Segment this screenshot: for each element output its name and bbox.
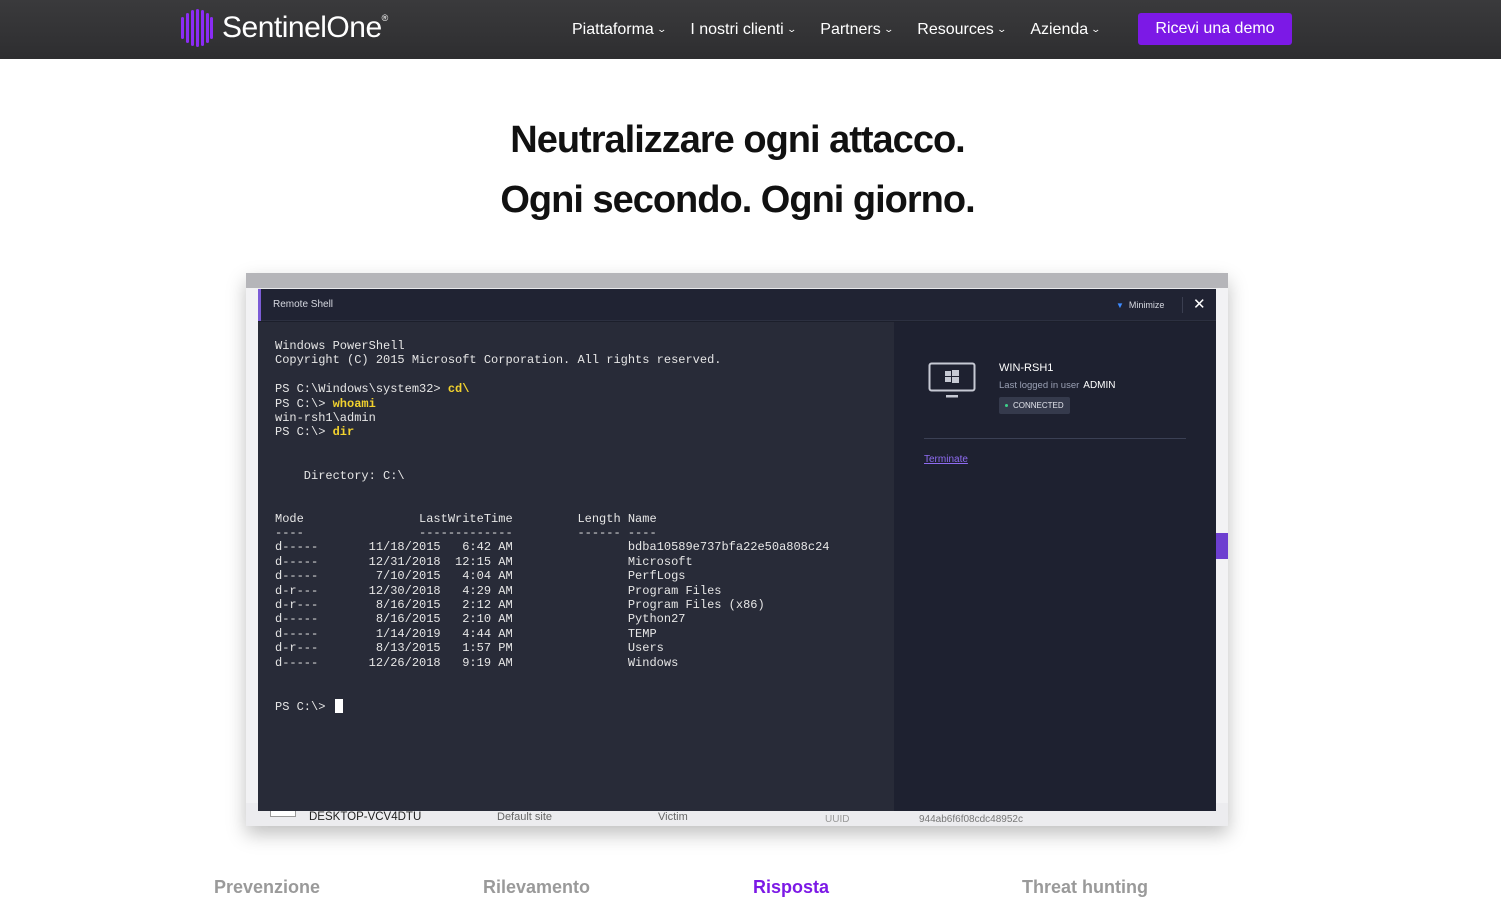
chevron-down-icon: ⌄ [786,24,797,34]
terminal-line: PS C:\> dir [275,425,355,440]
screenshot-topbar [246,273,1228,288]
terminal-line: ---- ------------- ------ ---- [275,526,657,541]
terminal-line: d----- 11/18/2015 6:42 AM bdba10589e737b… [275,540,830,555]
terminal-output: Windows PowerShell Copyright (C) 2015 Mic… [275,339,878,794]
terminal-line: d----- 1/14/2019 4:44 AM TEMP [275,626,657,641]
terminal-command: whoami [332,396,376,411]
tab-prevenzione[interactable]: Prevenzione [214,877,320,898]
bg-left-column [246,288,258,826]
terminal-line: PS C:\> [275,698,878,714]
host-info-panel: WIN-RSH1 Last logged in user ADMIN CONNEC… [894,322,1216,811]
windows-monitor-icon [928,362,976,398]
menu-item-resources[interactable]: Resources ⌄ [917,21,1007,39]
bg-device-name: DESKTOP-VCV4DTU [309,811,422,823]
bg-uuid-value: 944ab6f6f08cdc48952c [919,814,1023,825]
main-menu: Piattaforma ⌄ I nostri clienti ⌄ Partners ⌄… [572,0,1125,59]
caret-down-icon: ▼ [1116,300,1124,310]
remote-shell-modal: Remote Shell ▼ Minimize ✕ Windows PowerS… [258,289,1216,811]
hero-line-2: Ogni secondo. Ogni giorno. [500,179,975,221]
tab-rilevamento[interactable]: Rilevamento [483,877,590,898]
terminal-command: dir [332,425,355,440]
close-icon[interactable]: ✕ [1193,295,1206,313]
hero-heading: Neutralizzare ogni attacco. Ogni secondo… [0,110,1475,230]
connection-status-badge: CONNECTED [999,397,1070,414]
menu-item-piattaforma[interactable]: Piattaforma ⌄ [572,21,667,39]
hero-line-1: Neutralizzare ogni attacco. [510,119,965,161]
chevron-down-icon: ⌄ [1090,24,1102,34]
menu-item-partners[interactable]: Partners ⌄ [820,21,894,39]
terminal-line: d----- 12/26/2018 9:19 AM Windows [275,655,679,670]
terminal-line: d----- 7/10/2015 4:04 AM PerfLogs [275,569,686,584]
terminal-line: d-r--- 8/16/2015 2:12 AM Program Files (… [275,598,765,613]
bg-device-group: Victim [658,811,688,823]
modal-title: Remote Shell [273,299,334,310]
tab-threat-hunting[interactable]: Threat hunting [1022,877,1148,898]
chevron-down-icon: ⌄ [656,24,667,34]
terminate-link[interactable]: Terminate [924,454,968,465]
modal-header: Remote Shell ▼ Minimize ✕ [258,289,1216,321]
terminal-line: d-r--- 8/13/2015 1:57 PM Users [275,641,664,656]
terminal-line: Windows PowerShell [275,339,405,353]
chevron-down-icon: ⌄ [883,24,894,34]
logo-mark-icon [181,9,213,47]
terminal-pane[interactable]: Windows PowerShell Copyright (C) 2015 Mic… [258,322,894,811]
menu-item-azienda[interactable]: Azienda ⌄ [1030,21,1102,39]
tab-risposta[interactable]: Risposta [753,877,829,898]
bg-device-site: Default site [497,811,553,823]
top-nav: SentinelOne® Piattaforma ⌄ I nostri clien… [0,0,1501,59]
product-screenshot: DESKTOP-VCV4DTU Default site Victim UUID… [246,273,1228,826]
terminal-line: d-r--- 12/30/2018 4:29 AM Program Files [275,583,722,598]
terminal-line: d----- 12/31/2018 12:15 AM Microsoft [275,554,693,569]
menu-item-clienti[interactable]: I nostri clienti ⌄ [690,21,797,39]
host-name: WIN-RSH1 [999,362,1054,374]
terminal-line: Mode LastWriteTime Length Name [275,511,657,526]
terminal-line: d----- 8/16/2015 2:10 AM Python27 [275,612,686,627]
bg-purple-tab [1216,533,1228,559]
terminal-cursor [334,698,343,713]
terminal-command: cd\ [447,382,470,397]
terminal-line: win-rsh1\admin [275,410,376,425]
minimize-button[interactable]: ▼ Minimize [1116,300,1164,310]
request-demo-button[interactable]: Ricevi una demo [1138,13,1292,45]
terminal-line: PS C:\> whoami [275,396,376,411]
sentinelone-logo[interactable]: SentinelOne® [181,9,388,47]
terminal-line: PS C:\Windows\system32> cd\ [275,382,470,397]
terminal-line: Directory: C:\ [275,468,405,483]
last-logged-user: Last logged in user ADMIN [999,380,1116,391]
bg-uuid-label: UUID [825,814,850,825]
terminal-line: Copyright (C) 2015 Microsoft Corporation… [275,353,722,368]
chevron-down-icon: ⌄ [996,24,1007,34]
logo-wordmark: SentinelOne® [222,11,388,44]
